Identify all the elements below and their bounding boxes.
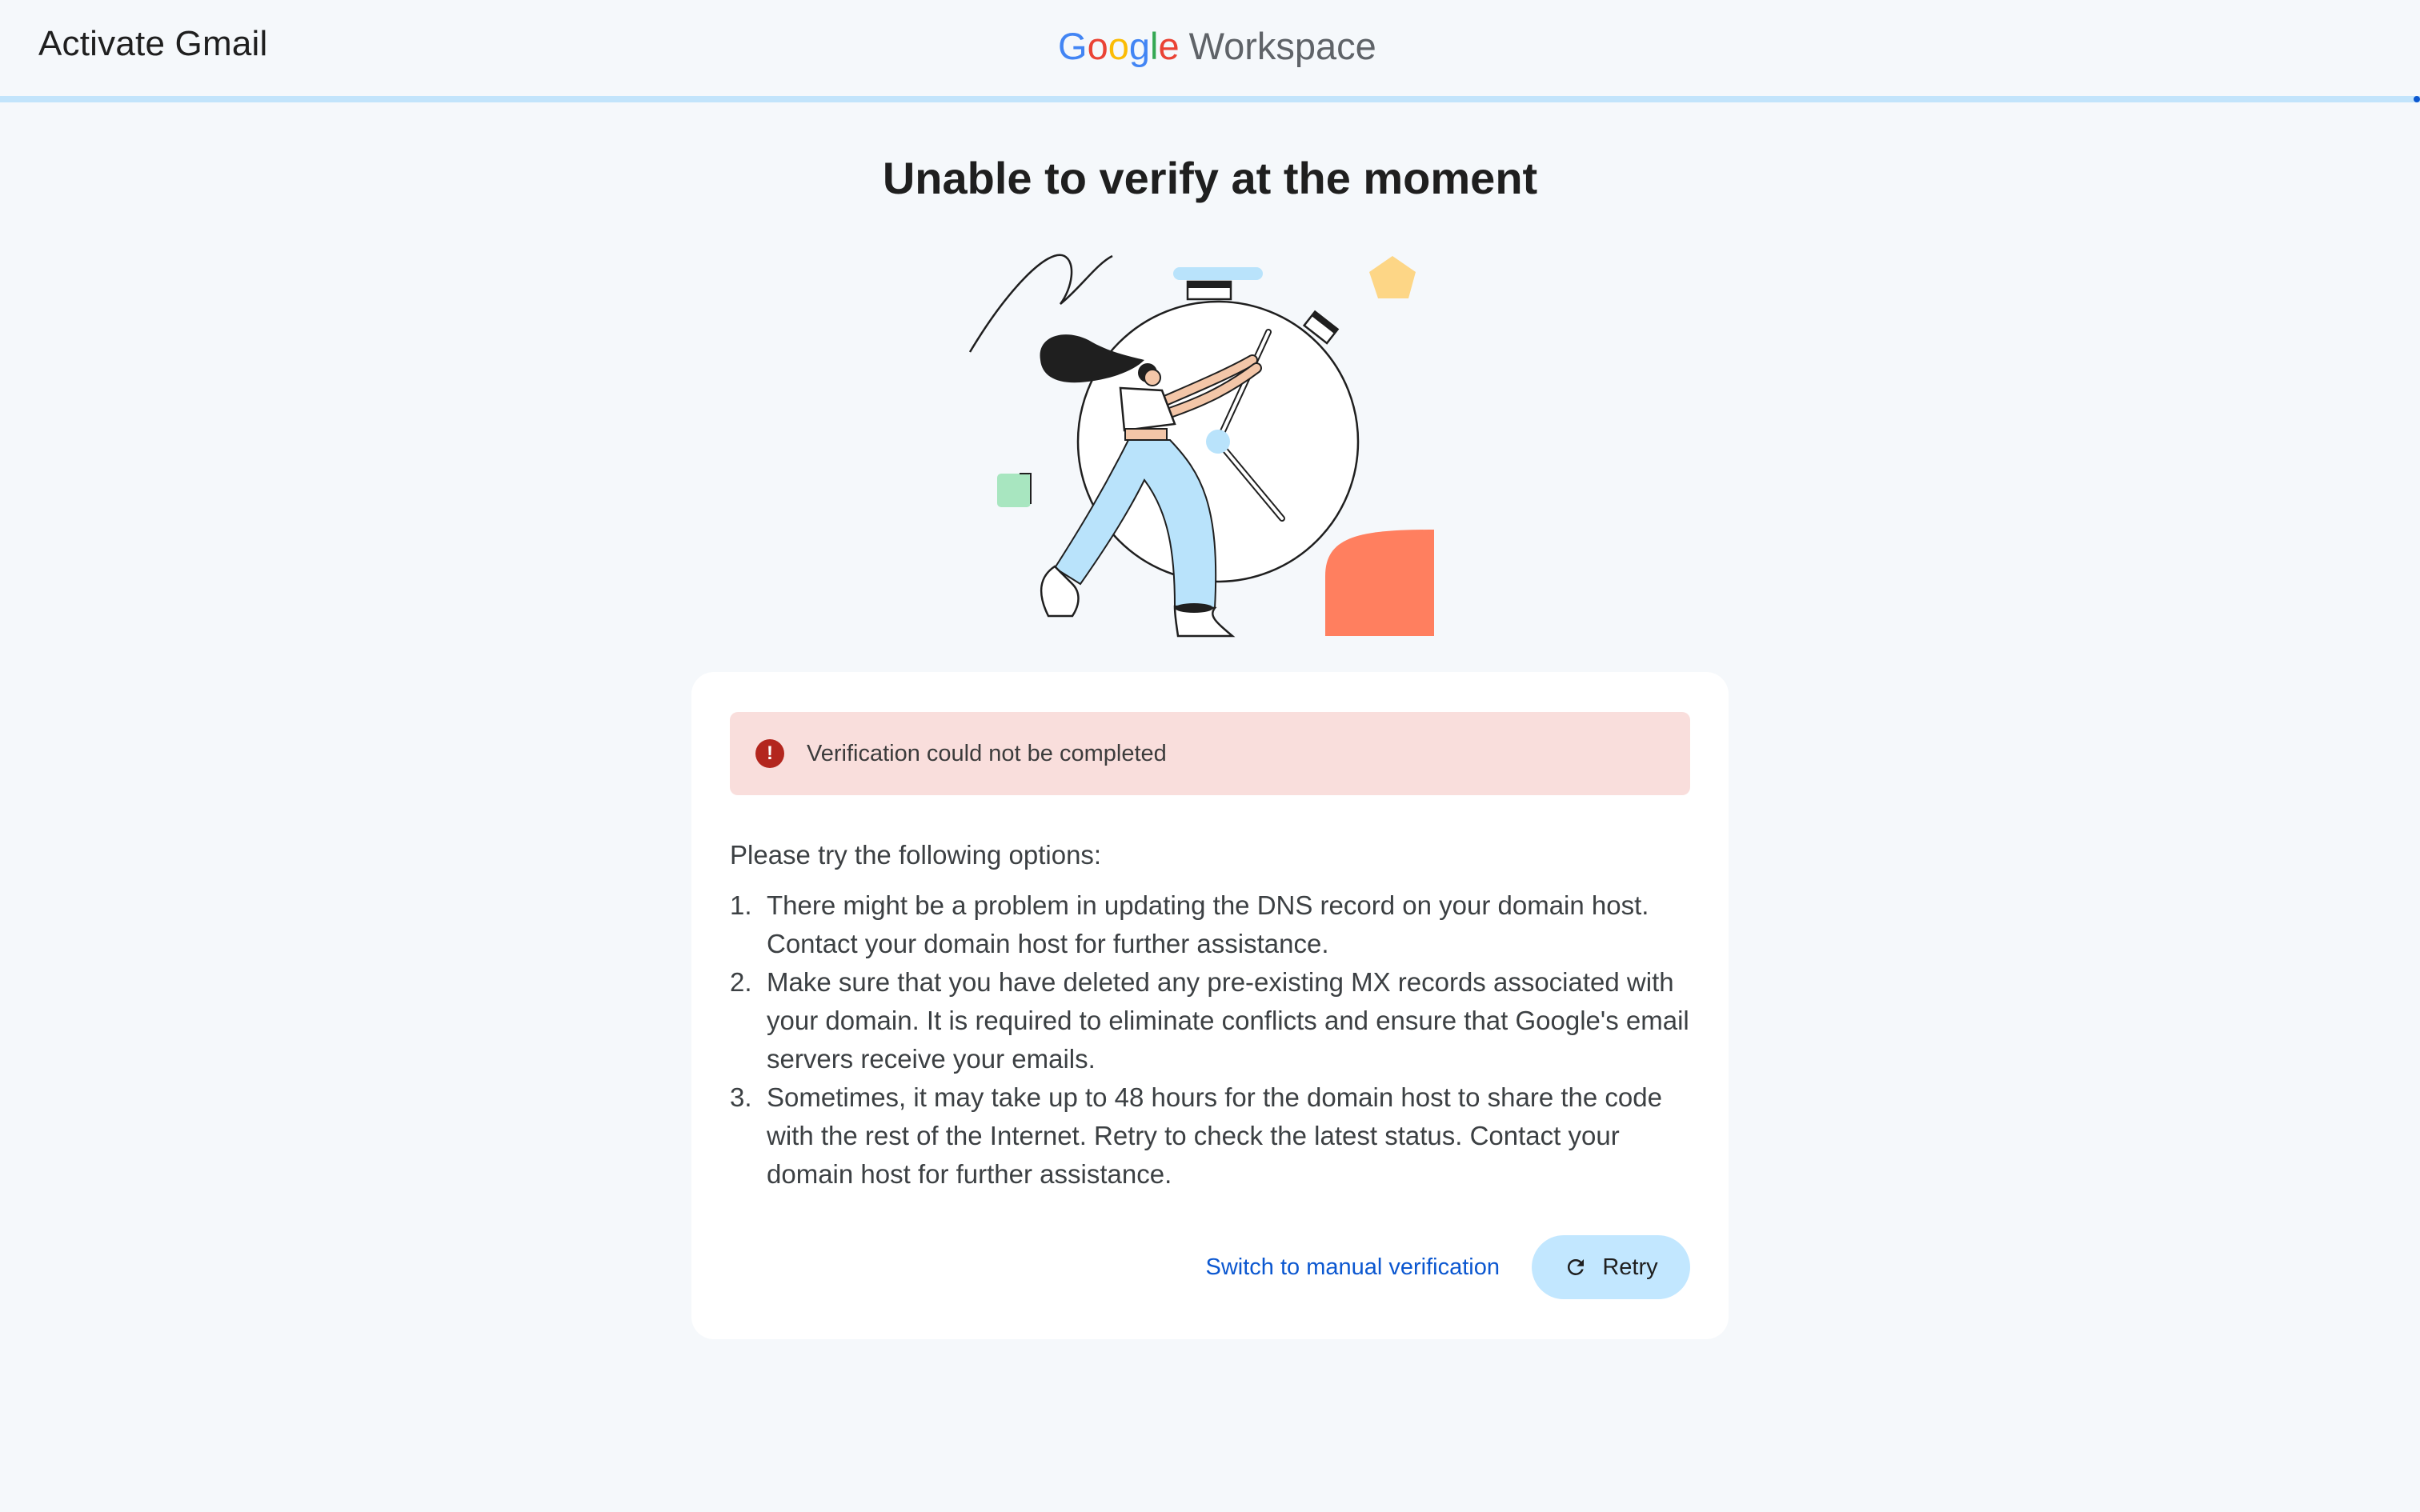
brand-letter: l	[1149, 25, 1159, 67]
retry-label: Retry	[1602, 1254, 1658, 1280]
brand-letter: o	[1108, 25, 1129, 67]
action-bar: Switch to manual verification Retry	[1206, 1235, 1690, 1299]
brand-product-name: Workspace	[1188, 25, 1376, 67]
verification-card: ! Verification could not be completed Pl…	[691, 672, 1729, 1339]
retry-button[interactable]: Retry	[1532, 1235, 1690, 1299]
error-message: Verification could not be completed	[807, 740, 1167, 766]
green-square	[997, 474, 1031, 507]
refresh-icon	[1568, 1259, 1585, 1275]
instructions-intro: Please try the following options:	[730, 840, 1102, 870]
list-item-text: There might be a problem in updating the…	[767, 890, 1649, 958]
list-item-number: 3.	[730, 1082, 752, 1112]
progress-indicator	[2414, 96, 2420, 102]
stopwatch-center	[1206, 430, 1230, 454]
list-item-number: 1.	[730, 890, 752, 920]
list-item-number: 2.	[730, 967, 752, 997]
stopwatch-illustration	[968, 254, 1434, 638]
error-banner: ! Verification could not be completed	[730, 712, 1690, 795]
google-workspace-logo: Google Workspace	[1058, 24, 1376, 72]
switch-to-manual-verification-button[interactable]: Switch to manual verification	[1206, 1254, 1500, 1281]
page-title: Unable to verify at the moment	[882, 153, 1538, 203]
brand-letter: o	[1087, 25, 1108, 67]
brand-letter: g	[1128, 25, 1150, 67]
list-item-text: Make sure that you have deleted any pre-…	[767, 967, 1689, 1074]
brand-letter: G	[1058, 25, 1088, 67]
error-icon: !	[755, 739, 784, 768]
stopwatch-crown	[1173, 267, 1263, 280]
list-item-text: Sometimes, it may take up to 48 hours fo…	[767, 1082, 1662, 1189]
list-item: 1. There might be a problem in updating …	[730, 886, 1698, 963]
google-wordmark: Google	[1058, 24, 1180, 68]
stopwatch-stem-top	[1188, 282, 1231, 288]
progress-bar	[0, 96, 2420, 102]
scribble-line	[968, 254, 1113, 353]
list-item: 2. Make sure that you have deleted any p…	[730, 963, 1698, 1078]
top-bar: Activate Gmail Google Workspace	[0, 0, 2420, 96]
orange-shape	[1325, 530, 1434, 636]
app-title: Activate Gmail	[38, 24, 268, 63]
options-list: 1. There might be a problem in updating …	[730, 886, 1698, 1194]
yellow-pentagon	[1369, 256, 1416, 298]
list-item: 3. Sometimes, it may take up to 48 hours…	[730, 1078, 1698, 1194]
brand-letter: e	[1158, 25, 1180, 67]
